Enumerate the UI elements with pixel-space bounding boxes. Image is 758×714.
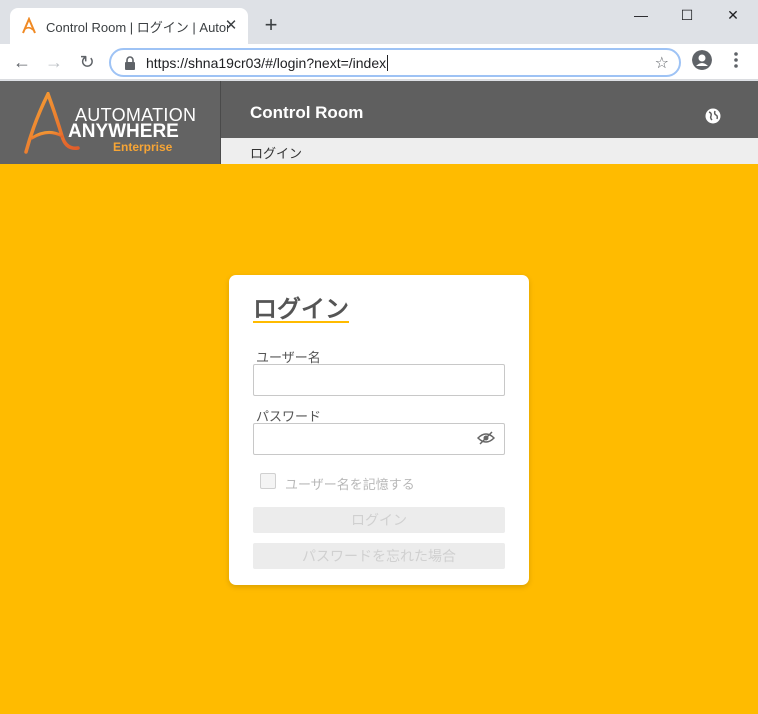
- logo-line3: Enterprise: [113, 140, 173, 154]
- address-bar[interactable]: https://shna19cr03/#/login?next=/index ☆: [109, 48, 681, 77]
- minimize-icon[interactable]: —: [630, 4, 652, 26]
- eye-off-icon[interactable]: [477, 431, 495, 445]
- forgot-password-button[interactable]: パスワードを忘れた場合: [253, 543, 505, 569]
- bookmark-star-icon[interactable]: ☆: [655, 53, 669, 73]
- text-caret: [387, 54, 389, 71]
- browser-tab[interactable]: Control Room | ログイン | Automat ✕: [10, 8, 248, 44]
- password-input[interactable]: [253, 423, 505, 455]
- reload-icon[interactable]: ↻: [75, 50, 99, 74]
- login-card: ログイン ユーザー名 パスワード ユーザー名を記憶する ログイン パスワードを忘…: [229, 275, 529, 585]
- login-button[interactable]: ログイン: [253, 507, 505, 533]
- maximize-icon[interactable]: ☐: [676, 4, 698, 26]
- automation-anywhere-favicon-icon: [22, 17, 36, 34]
- tab-close-icon[interactable]: ✕: [222, 17, 240, 35]
- app-header: AUTOMATION ANYWHERE Enterprise Control R…: [0, 81, 758, 165]
- tab-title: Control Room | ログイン | Automat: [46, 19, 228, 35]
- logo[interactable]: AUTOMATION ANYWHERE Enterprise: [0, 81, 221, 165]
- breadcrumb: ログイン: [250, 146, 303, 161]
- login-title: ログイン: [253, 296, 349, 323]
- forward-arrow-icon[interactable]: →: [42, 50, 66, 74]
- title-underline: [253, 321, 349, 323]
- browser-toolbar: ← → ↻ https://shna19cr03/#/login?next=/i…: [0, 44, 758, 80]
- breadcrumb-bar: ログイン: [221, 138, 758, 164]
- account-icon[interactable]: [692, 50, 712, 70]
- remember-username-checkbox[interactable]: [260, 473, 276, 489]
- browser-titlebar: Control Room | ログイン | Automat ✕ + — ☐ ✕: [0, 0, 758, 44]
- lock-icon: [125, 55, 135, 70]
- username-input[interactable]: [253, 364, 505, 396]
- new-tab-icon[interactable]: +: [259, 13, 283, 37]
- window-close-icon[interactable]: ✕: [722, 4, 744, 26]
- main-area: ログイン ユーザー名 パスワード ユーザー名を記憶する ログイン パスワードを忘…: [0, 164, 758, 714]
- url-text: https://shna19cr03/#/login?next=/index: [146, 54, 387, 71]
- remember-username-label: ユーザー名を記憶する: [285, 477, 415, 492]
- globe-icon[interactable]: [705, 108, 721, 124]
- app-title: Control Room: [250, 103, 364, 122]
- back-arrow-icon[interactable]: ←: [10, 50, 34, 74]
- more-menu-icon[interactable]: [734, 52, 738, 68]
